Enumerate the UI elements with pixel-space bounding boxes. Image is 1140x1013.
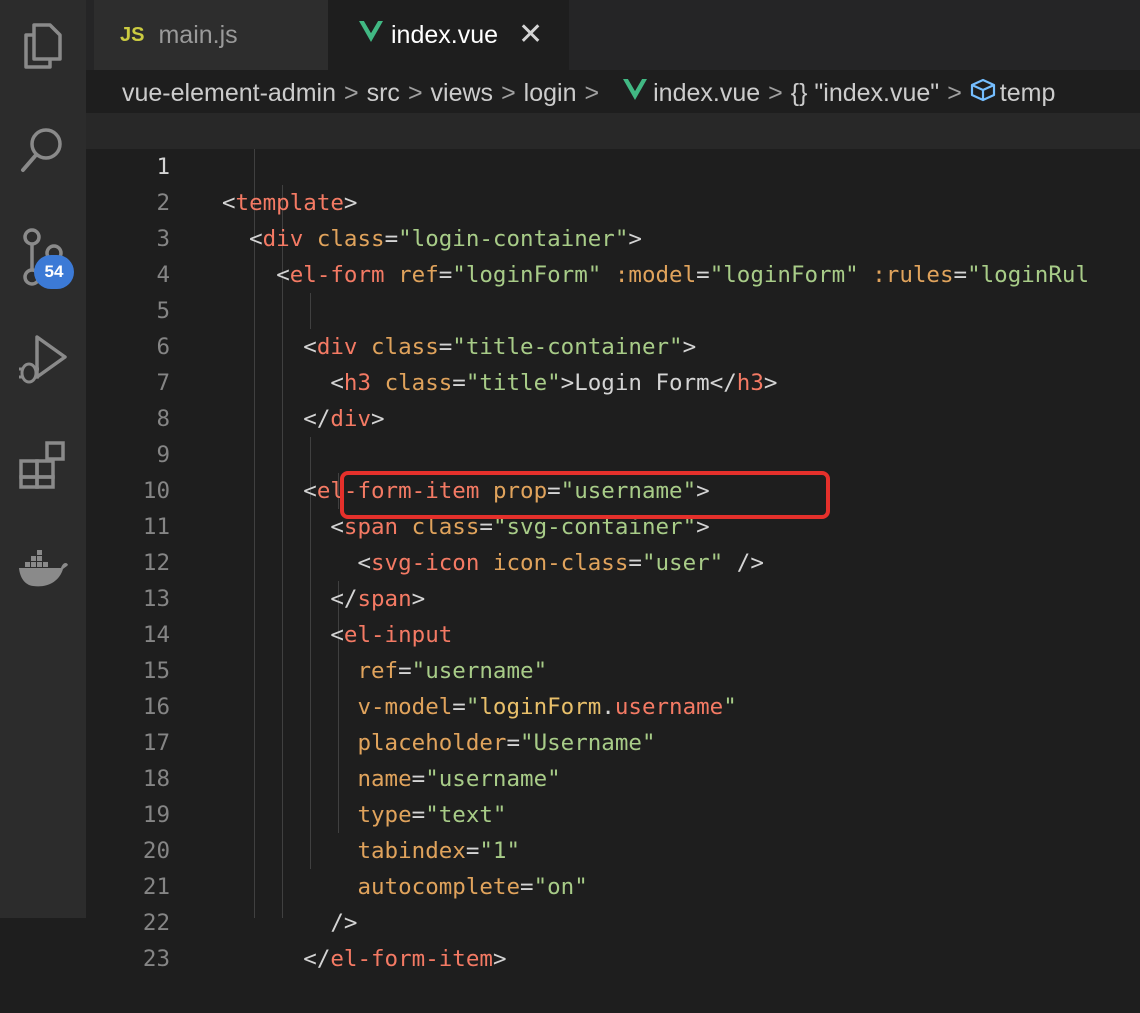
line-number: 23 [142, 946, 170, 972]
annotation-highlight-box [340, 471, 830, 519]
code-line: 19 tabindex="1" [86, 761, 1140, 864]
extensions-icon[interactable] [0, 425, 86, 505]
code-line: 15 v-model="loginForm.username" [86, 617, 1140, 720]
code-line: 13 <el-input [86, 545, 1140, 648]
search-icon[interactable] [0, 110, 86, 190]
breadcrumb-item[interactable]: views [431, 79, 494, 108]
code-line: 20 autocomplete="on" [86, 797, 1140, 900]
code-line: 21 /> [86, 833, 1140, 936]
cube-icon [970, 78, 996, 109]
docker-icon[interactable] [0, 530, 86, 610]
close-tab-icon[interactable]: ✕ [518, 20, 543, 50]
breadcrumb: vue-element-admin > src > views > login … [122, 72, 1140, 114]
breadcrumb-item[interactable]: src [367, 79, 400, 108]
chevron-right-icon: > [344, 78, 359, 107]
code-line: 2 <div class="login-container"> [86, 149, 1140, 252]
code-line: 14 ref="username" [86, 581, 1140, 684]
js-file-icon: JS [120, 23, 145, 46]
code-line: 9 <el-form-item prop="username"> [86, 401, 1140, 504]
vue-file-icon [359, 20, 383, 50]
code-line: 4 [86, 221, 1140, 288]
breadcrumb-item[interactable]: login [524, 79, 577, 108]
code-line: 10 <span class="svg-container"> [86, 437, 1140, 540]
run-debug-icon[interactable] [0, 320, 86, 400]
code-line: 7 </div> [86, 329, 1140, 432]
code-line: 3 <el-form ref="loginForm" :model="login… [86, 185, 1140, 288]
chevron-right-icon: > [768, 78, 783, 107]
code-line: 18 type="text" [86, 725, 1140, 828]
source-control-badge: 54 [34, 255, 74, 289]
chevron-right-icon: > [584, 78, 600, 107]
tab-label: index.vue [391, 20, 499, 49]
code-line: 16 placeholder="Username" [86, 653, 1140, 756]
code-line: 22 </el-form-item> [86, 869, 1140, 972]
breadcrumb-item[interactable]: "index.vue" [814, 79, 939, 108]
tab-bar: JS main.js index.vue ✕ [86, 0, 1140, 70]
breadcrumb-item[interactable]: temp [1000, 79, 1056, 108]
vue-file-icon [623, 78, 648, 108]
braces-icon: {} [790, 78, 808, 107]
chevron-right-icon: > [947, 78, 962, 107]
breadcrumb-item[interactable]: index.vue [653, 79, 760, 108]
code-line: 6 <h3 class="title">Login Form</h3> [86, 293, 1140, 396]
tab-index-vue[interactable]: index.vue ✕ [329, 0, 569, 70]
code-line: 23 [86, 905, 1140, 972]
activity-bar: 54 [0, 0, 86, 918]
tab-main-js[interactable]: JS main.js [94, 0, 329, 70]
explorer-icon[interactable] [0, 6, 86, 86]
code-line: 17 name="username" [86, 689, 1140, 792]
code-line: 8 [86, 365, 1140, 432]
code-line: 1 <template> [86, 113, 1140, 216]
chevron-right-icon: > [407, 78, 423, 107]
breadcrumb-item[interactable]: vue-element-admin [122, 79, 336, 108]
tab-label: main.js [158, 20, 238, 49]
code-line: 5 <div class="title-container"> [86, 257, 1140, 360]
chevron-right-icon: > [501, 78, 516, 107]
